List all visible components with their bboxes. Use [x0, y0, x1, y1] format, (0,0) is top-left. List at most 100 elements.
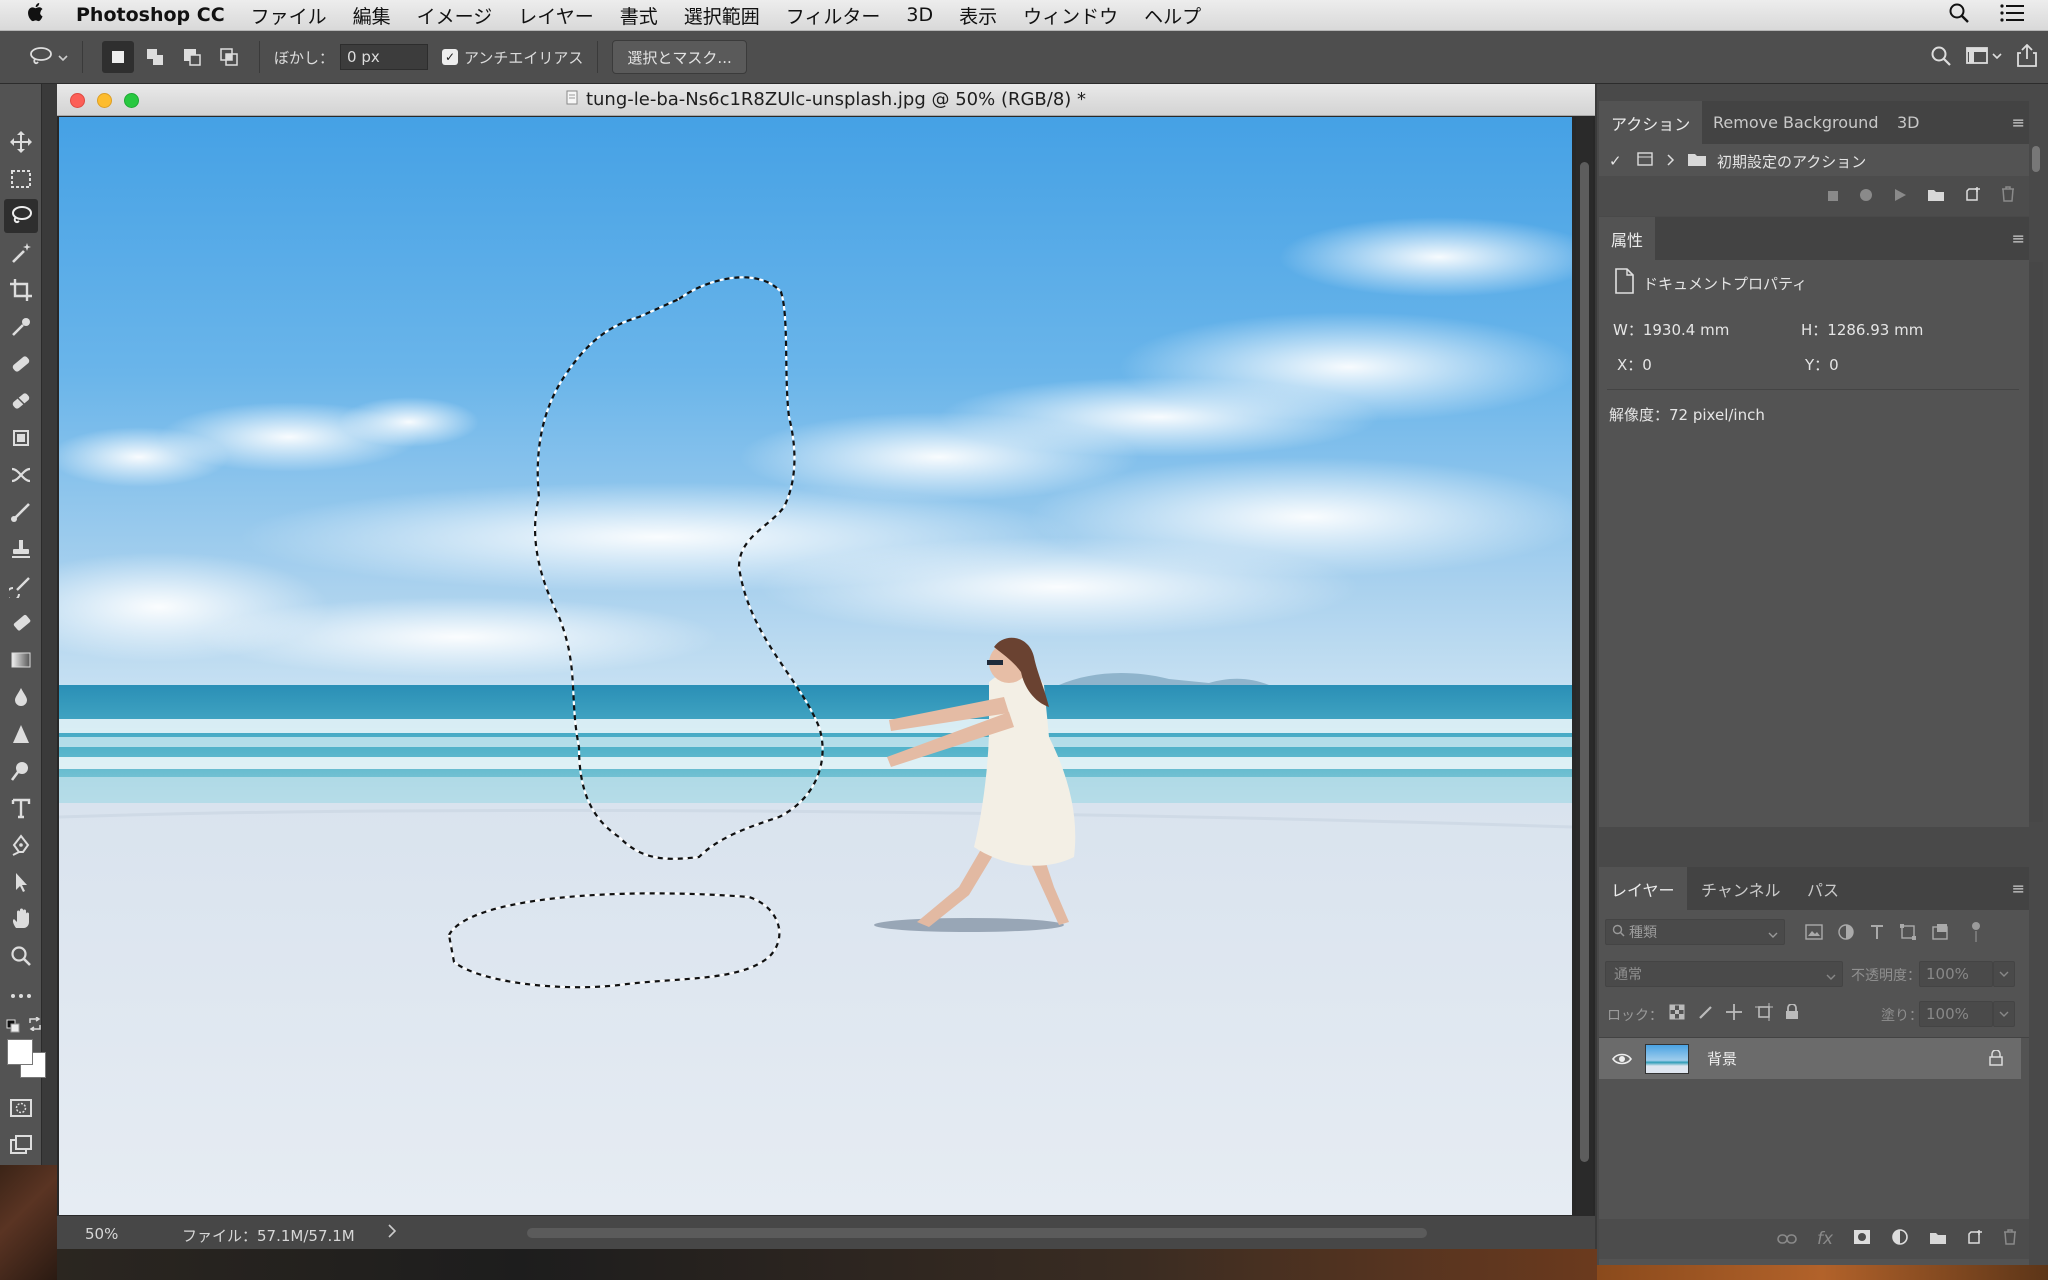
menu-layer[interactable]: レイヤー — [518, 2, 593, 29]
menu-filter[interactable]: フィルター — [786, 2, 881, 29]
swap-colors-icon[interactable] — [28, 1016, 42, 1035]
adjustment-layer-filter-icon[interactable] — [1837, 923, 1855, 945]
path-selection-tool-icon[interactable] — [4, 865, 38, 899]
fill-chevron-icon[interactable] — [1993, 1001, 2015, 1027]
content-aware-move-tool-icon[interactable] — [4, 458, 38, 492]
minimize-window-button[interactable] — [97, 93, 112, 108]
add-to-selection-button[interactable] — [139, 41, 171, 73]
lock-transparent-pixels-icon[interactable] — [1669, 1004, 1685, 1024]
width-field[interactable]: W：1930.4 mm — [1613, 319, 1729, 340]
default-colors-icon[interactable] — [6, 1018, 20, 1037]
app-name-menu[interactable]: Photoshop CC — [76, 4, 225, 26]
document-title-bar[interactable]: tung-le-ba-Ns6c1R8ZUlc-unsplash.jpg @ 50… — [57, 84, 1595, 116]
type-layer-filter-icon[interactable] — [1869, 923, 1885, 945]
more-tools-icon[interactable] — [4, 979, 38, 1013]
new-action-icon[interactable] — [1965, 186, 1981, 206]
apple-menu-icon[interactable] — [26, 1, 62, 29]
image-canvas[interactable] — [59, 117, 1572, 1215]
gradient-tool-icon[interactable] — [4, 643, 38, 677]
record-icon[interactable] — [1859, 187, 1873, 206]
smart-object-filter-icon[interactable] — [1931, 923, 1949, 945]
close-window-button[interactable] — [70, 93, 85, 108]
menu-type[interactable]: 書式 — [620, 2, 658, 29]
horizontal-scroll-thumb[interactable] — [527, 1228, 1427, 1238]
menu-help[interactable]: ヘルプ — [1144, 2, 1201, 29]
search-icon[interactable] — [1930, 45, 1952, 71]
menu-edit[interactable]: 編集 — [353, 2, 391, 29]
zoom-window-button[interactable] — [124, 93, 139, 108]
marquee-tool-icon[interactable] — [4, 162, 38, 196]
layer-style-fx-icon[interactable]: fx — [1817, 1229, 1833, 1249]
delete-icon[interactable] — [2001, 186, 2015, 206]
lasso-tool-icon[interactable] — [4, 199, 38, 233]
eraser-tool-icon[interactable] — [4, 606, 38, 640]
menu-3d[interactable]: 3D — [906, 4, 933, 26]
new-group-folder-icon[interactable] — [1929, 1230, 1947, 1249]
stop-recording-icon[interactable] — [1827, 187, 1839, 206]
link-layers-icon[interactable] — [1777, 1230, 1797, 1249]
lock-image-pixels-icon[interactable] — [1697, 1004, 1713, 1024]
feather-input[interactable] — [340, 44, 429, 70]
antialias-checkbox[interactable]: ✓ アンチエイリアス — [442, 47, 583, 68]
properties-panel-menu-icon[interactable]: ≡ — [2012, 229, 2025, 248]
action-set-row[interactable]: ✓ 初期設定のアクション — [1599, 146, 2013, 176]
layers-panel-menu-icon[interactable]: ≡ — [2012, 879, 2025, 898]
tab-remove-background[interactable]: Remove Background — [1701, 101, 1890, 144]
expand-chevron-icon[interactable] — [1667, 152, 1675, 170]
fill-input[interactable]: 100% — [1919, 1001, 1993, 1027]
layer-row-background[interactable]: 背景 — [1599, 1038, 2021, 1079]
layer-filter-dropdown[interactable]: 種類 — [1605, 919, 1785, 945]
patch-tool-icon[interactable] — [4, 421, 38, 455]
vertical-scroll-thumb[interactable] — [1580, 162, 1589, 1162]
tab-3d[interactable]: 3D — [1885, 101, 1932, 144]
menu-window[interactable]: ウィンドウ — [1023, 2, 1118, 29]
y-field[interactable]: Y：0 — [1805, 354, 1839, 375]
lock-artboard-icon[interactable] — [1755, 1003, 1773, 1025]
tab-layers[interactable]: レイヤー — [1599, 867, 1687, 910]
new-layer-icon[interactable] — [1967, 1229, 1983, 1249]
foreground-color-swatch[interactable] — [7, 1039, 33, 1065]
x-field[interactable]: X：0 — [1617, 354, 1652, 375]
vertical-scrollbar[interactable] — [1576, 117, 1593, 1215]
pixel-layer-filter-icon[interactable] — [1805, 924, 1823, 944]
select-and-mask-button[interactable]: 選択とマスク... — [612, 40, 747, 74]
new-selection-button[interactable] — [102, 41, 134, 73]
actions-panel-menu-icon[interactable]: ≡ — [2012, 113, 2025, 132]
add-layer-mask-icon[interactable] — [1853, 1229, 1871, 1249]
quick-mask-icon[interactable] — [4, 1091, 38, 1125]
blend-mode-dropdown[interactable]: 通常 — [1605, 961, 1843, 987]
opacity-chevron-icon[interactable] — [1993, 961, 2015, 987]
move-tool-icon[interactable] — [4, 125, 38, 159]
spot-healing-brush-tool-icon[interactable] — [4, 347, 38, 381]
new-set-folder-icon[interactable] — [1927, 187, 1945, 206]
filter-toggle-icon[interactable] — [1969, 921, 1983, 947]
type-tool-icon[interactable] — [4, 791, 38, 825]
pen-tool-icon[interactable] — [4, 828, 38, 862]
menu-view[interactable]: 表示 — [959, 2, 997, 29]
spotlight-search-icon[interactable] — [1948, 2, 1970, 29]
burn-tool-icon[interactable] — [4, 754, 38, 788]
menu-select[interactable]: 選択範囲 — [684, 2, 760, 29]
share-icon[interactable] — [2016, 43, 2038, 72]
zoom-level[interactable]: 50% — [85, 1225, 118, 1243]
lock-position-icon[interactable] — [1725, 1003, 1743, 1025]
tab-properties[interactable]: 属性 — [1599, 217, 1656, 260]
lock-all-icon[interactable] — [1785, 1003, 1799, 1024]
clone-stamp-tool-icon[interactable] — [4, 532, 38, 566]
status-menu-chevron-icon[interactable] — [388, 1224, 397, 1242]
zoom-tool-icon[interactable] — [4, 939, 38, 973]
hand-tool-icon[interactable] — [4, 902, 38, 936]
dodge-tool-icon[interactable] — [4, 717, 38, 751]
properties-scrollbar[interactable] — [2029, 262, 2043, 822]
opacity-input[interactable]: 100% — [1919, 961, 1993, 987]
healing-brush-tool-icon[interactable] — [4, 384, 38, 418]
toggle-checkmark-icon[interactable]: ✓ — [1609, 152, 1627, 170]
intersect-selection-button[interactable] — [213, 41, 245, 73]
play-icon[interactable] — [1893, 187, 1907, 206]
screen-mode-icon[interactable] — [4, 1128, 38, 1162]
delete-layer-icon[interactable] — [2003, 1229, 2017, 1249]
blur-tool-icon[interactable] — [4, 680, 38, 714]
layer-name[interactable]: 背景 — [1707, 1048, 1737, 1069]
new-adjustment-layer-icon[interactable] — [1891, 1228, 1909, 1250]
crop-tool-icon[interactable] — [4, 273, 38, 307]
